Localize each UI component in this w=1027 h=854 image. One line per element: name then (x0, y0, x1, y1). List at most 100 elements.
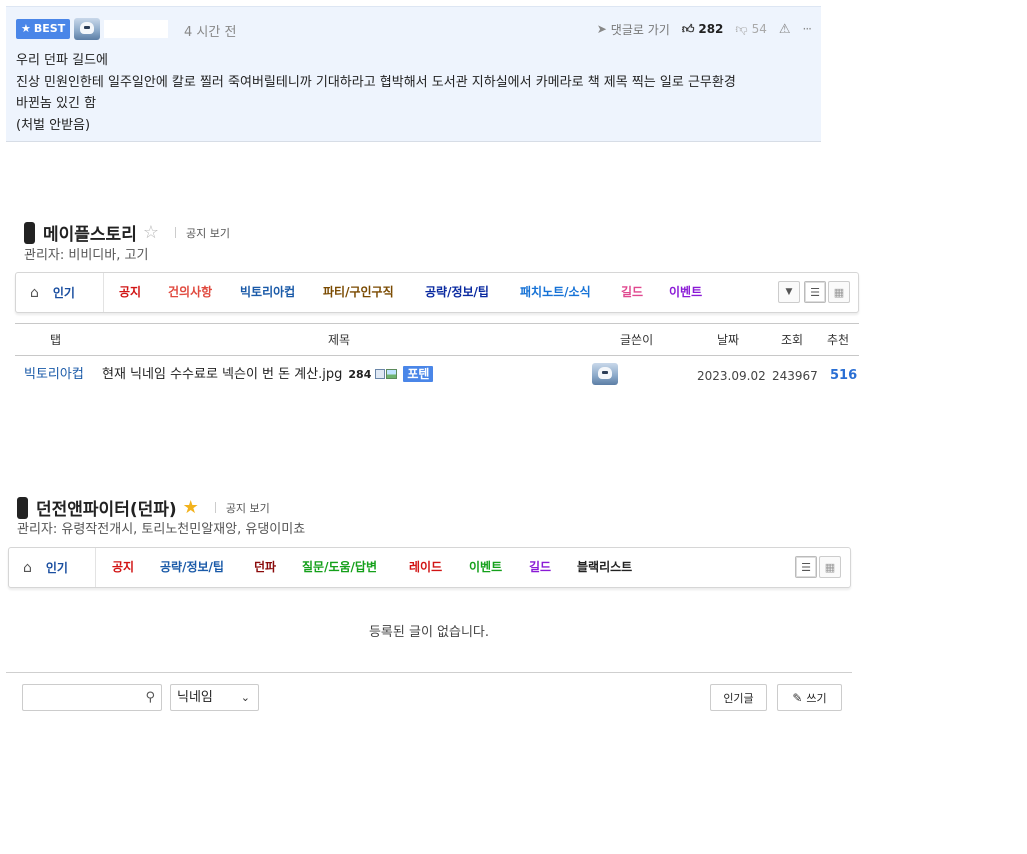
author-avatar[interactable] (592, 363, 618, 385)
grid-icon: ▦ (824, 560, 836, 574)
comment-actions: ➤ 댓글로 가기 👍︎ 282 👎︎ 54 ⚠ ··· (585, 19, 813, 39)
section-divider (6, 672, 852, 673)
tab-item[interactable]: 빅토리아컵 (240, 273, 295, 312)
tab-item[interactable]: 건의사항 (168, 273, 212, 312)
chevron-down-icon: ⌄ (240, 691, 250, 704)
tab-item[interactable]: 블랙리스트 (577, 548, 632, 587)
col-author: 글쓴이 (620, 333, 654, 347)
goto-comment-link[interactable]: ➤ 댓글로 가기 (597, 21, 670, 38)
list-icon: ☰ (801, 560, 811, 574)
board-name[interactable]: 메이플스토리 (43, 220, 137, 245)
tab-item[interactable]: 길드 (529, 548, 551, 587)
favorite-star-icon[interactable]: ★ (183, 497, 199, 518)
comment-line: 우리 던파 길드에 (16, 53, 108, 68)
list-icon: ☰ (810, 285, 820, 299)
col-votes: 추천 (827, 333, 850, 347)
tab-item[interactable]: 이벤트 (469, 548, 502, 587)
tab-item[interactable]: 레이드 (409, 548, 442, 587)
empty-message: 등록된 글이 없습니다. (368, 625, 490, 640)
grid-view-button[interactable]: ▦ (828, 281, 850, 303)
tab-item[interactable]: 공략/정보/팁 (160, 548, 224, 587)
channel-icon (24, 221, 35, 244)
row-date: 2023.09.02 (697, 369, 766, 383)
tab-item[interactable]: 공략/정보/팁 (425, 273, 489, 312)
view-buttons: ▼ ☰ ▦ (776, 281, 850, 303)
tab-popular[interactable]: ⌂ 인기 (9, 548, 96, 587)
tab-item[interactable]: 길드 (621, 273, 643, 312)
tab-item[interactable]: 공지 (112, 548, 134, 587)
chevron-down-icon: ▼ (785, 287, 793, 297)
search-box: ⚲ (22, 684, 162, 711)
row-views: 243967 (772, 369, 818, 383)
comment-count[interactable]: 284 (348, 368, 371, 381)
dnf-tab-nav: ⌂ 인기 공지 공략/정보/팁 던파 질문/도움/답변 레이드 이벤트 길드 블… (8, 547, 851, 588)
list-view-button[interactable]: ☰ (804, 281, 826, 303)
col-title: 제목 (328, 333, 351, 347)
avatar[interactable] (74, 18, 100, 40)
dnf-board-title: 던전앤파이터(던파) ★ 공지 보기 (17, 495, 270, 520)
notice-link[interactable]: 공지 보기 (186, 225, 230, 241)
grid-icon: ▦ (833, 285, 845, 299)
comment-time: 4 시간 전 (184, 25, 237, 40)
search-icon[interactable]: ⚲ (145, 690, 155, 705)
best-comment: ★ BEST 4 시간 전 ➤ 댓글로 가기 👍︎ 282 👎︎ 54 ⚠ ··· 우리… (6, 6, 821, 142)
thumbs-up-icon: 👍︎ (681, 21, 695, 36)
maple-board-title: 메이플스토리 ☆ 공지 보기 (24, 220, 230, 245)
col-date: 날짜 (717, 333, 740, 347)
tab-item[interactable]: 던파 (254, 548, 276, 587)
tab-item[interactable]: 공지 (119, 273, 141, 312)
channel-icon (17, 496, 28, 519)
grid-view-button[interactable]: ▦ (819, 556, 841, 578)
maple-tab-nav: ⌂ 인기 공지 건의사항 빅토리아컵 파티/구인구직 공략/정보/팁 패치노트/… (15, 272, 859, 313)
report-button[interactable]: ⚠ (779, 22, 791, 37)
image-icon (386, 368, 398, 379)
author-name[interactable] (104, 20, 168, 38)
row-votes: 516 (830, 368, 858, 383)
post-title-link[interactable]: 현재 닉네임 수수료로 넥슨이 번 돈 계산.jpg (102, 367, 342, 382)
home-icon: ⌂ (23, 559, 32, 576)
thumbs-down-icon: 👎︎ (735, 21, 748, 36)
tab-item[interactable]: 질문/도움/답변 (302, 548, 377, 587)
post-table: 탭 제목 글쓴이 날짜 조회 추천 빅토리아컵 현재 닉네임 수수료로 넥슨이 … (15, 323, 859, 396)
board-name[interactable]: 던전앤파이터(던파) (36, 495, 177, 520)
board-admins: 관리자: 유령작전개시, 토리노천민알재앙, 유댕이미쵸 (17, 522, 306, 537)
divider (174, 227, 176, 238)
tab-item[interactable]: 파티/구인구직 (323, 273, 394, 312)
row-category[interactable]: 빅토리아컵 (24, 356, 84, 394)
pencil-icon: ✎ (792, 690, 803, 705)
view-buttons: ☰ ▦ (793, 556, 841, 578)
board-admins: 관리자: 비비디바, 고기 (24, 248, 149, 263)
search-type-select[interactable]: 닉네임 ⌄ (170, 684, 259, 711)
comment-line: 바뀐놈 있긴 함 (16, 96, 97, 111)
search-input[interactable] (23, 685, 135, 710)
star-icon: ★ (21, 22, 31, 35)
best-badge: ★ BEST (16, 19, 71, 39)
comment-line: 진상 민원인한테 일주일안에 칼로 찔러 죽여버릴테니까 기대하라고 협박해서 … (16, 74, 736, 90)
tab-item[interactable]: 이벤트 (669, 273, 702, 312)
comment-line: (처벌 안받음) (16, 117, 91, 133)
like-button[interactable]: 👍︎ 282 (682, 22, 724, 37)
notice-link[interactable]: 공지 보기 (226, 500, 270, 516)
home-icon: ⌂ (30, 284, 39, 301)
divider (214, 502, 216, 513)
comment-header: ★ BEST 4 시간 전 ➤ 댓글로 가기 👍︎ 282 👎︎ 54 ⚠ ··· (16, 18, 813, 41)
list-view-button[interactable]: ☰ (795, 556, 817, 578)
favorite-star-icon[interactable]: ☆ (143, 222, 159, 243)
table-row[interactable]: 빅토리아컵 현재 닉네임 수수료로 넥슨이 번 돈 계산.jpg 284 포텐 20… (15, 356, 859, 396)
popular-posts-button[interactable]: 인기글 (710, 684, 767, 711)
dislike-button[interactable]: 👎︎ 54 (735, 22, 766, 37)
row-title-cell: 현재 닉네임 수수료로 넥슨이 번 돈 계산.jpg 284 포텐 (102, 356, 434, 394)
col-tab: 탭 (50, 333, 62, 347)
comment-body: 우리 던파 길드에 진상 민원인한테 일주일안에 칼로 찔러 죽여버릴테니까 기… (16, 50, 736, 136)
table-header: 탭 제목 글쓴이 날짜 조회 추천 (15, 323, 859, 356)
warning-icon: ⚠ (778, 21, 791, 37)
expand-button[interactable]: ▼ (778, 281, 800, 303)
tab-item[interactable]: 패치노트/소식 (520, 273, 591, 312)
more-button[interactable]: ··· (802, 22, 813, 36)
more-icon: ··· (802, 22, 813, 36)
tab-popular[interactable]: ⌂ 인기 (16, 273, 104, 312)
write-button[interactable]: ✎ 쓰기 (777, 684, 842, 711)
poten-badge: 포텐 (403, 365, 434, 382)
send-icon: ➤ (596, 22, 607, 36)
attachment-icon (375, 368, 386, 379)
